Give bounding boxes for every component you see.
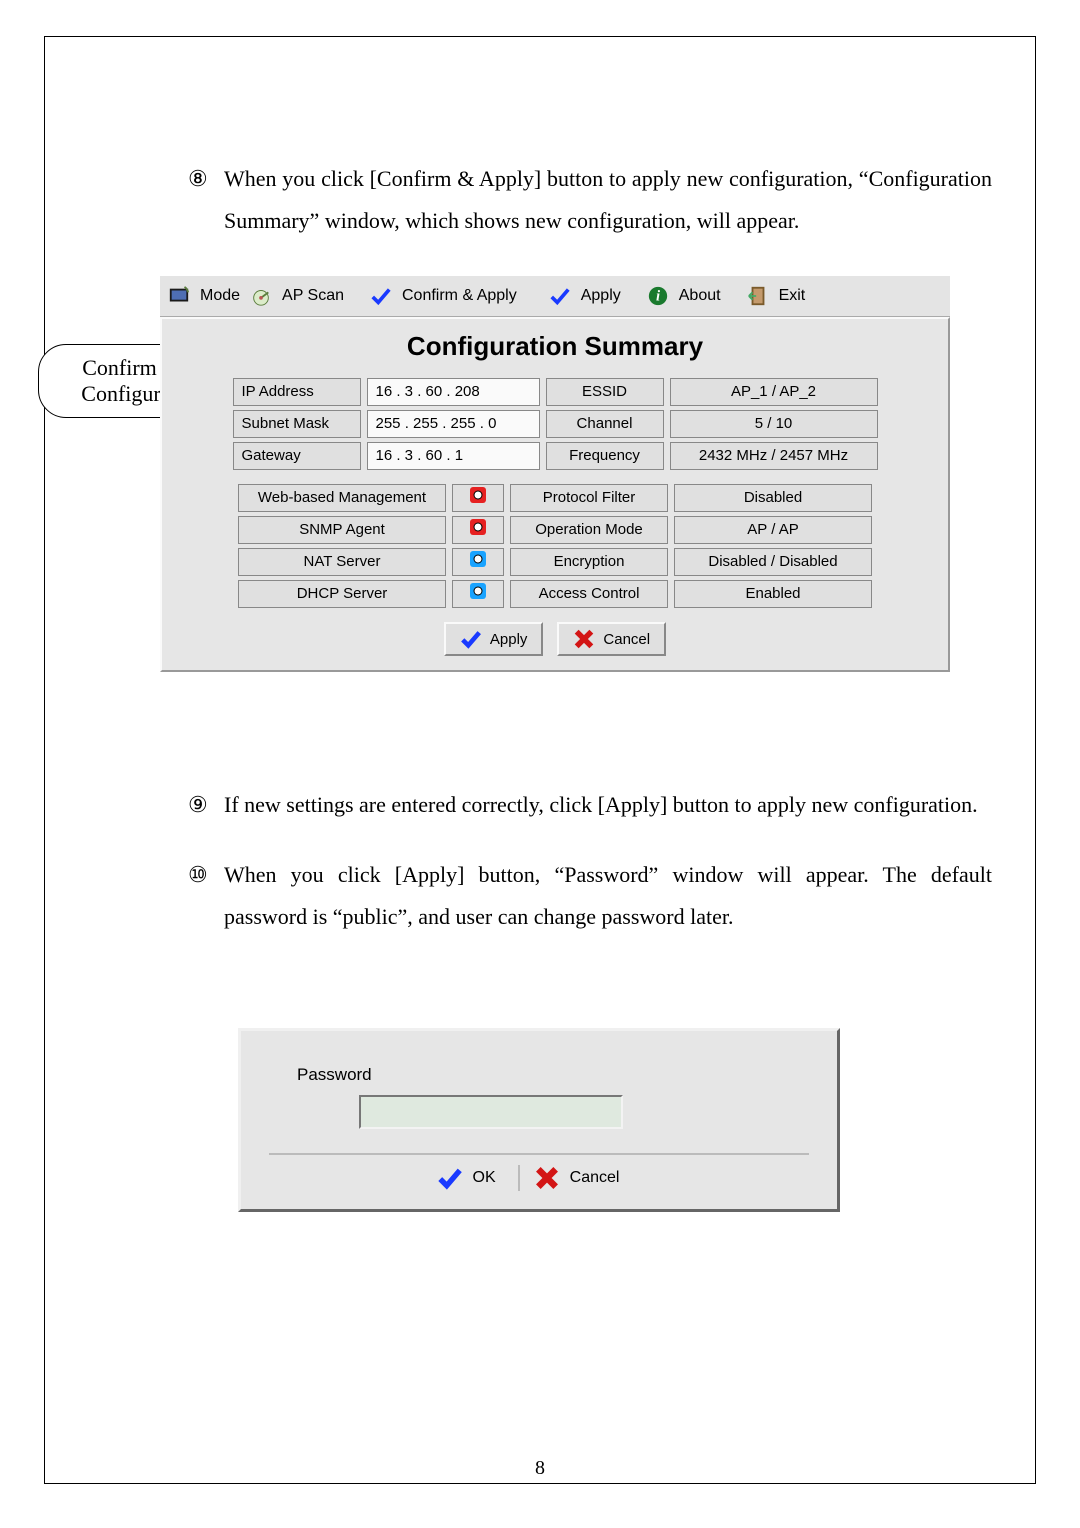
svc-nat: NAT Server bbox=[238, 548, 446, 576]
val-enc: Disabled / Disabled bbox=[674, 548, 872, 576]
svg-text:i: i bbox=[656, 289, 660, 305]
value-essid: AP_1 / AP_2 bbox=[670, 378, 878, 406]
val-ac: Enabled bbox=[674, 580, 872, 608]
value-subnet: 255 . 255 . 255 . 0 bbox=[367, 410, 540, 438]
label-freq: Frequency bbox=[546, 442, 664, 470]
val-opmode: AP / AP bbox=[674, 516, 872, 544]
config-summary-title: Configuration Summary bbox=[172, 331, 938, 362]
status-icon-dhcp bbox=[452, 580, 504, 608]
toolbar-mode[interactable]: Mode bbox=[200, 287, 240, 305]
ok-button[interactable]: OK bbox=[437, 1165, 520, 1191]
radar-icon bbox=[250, 285, 272, 307]
toolbar-apply[interactable]: Apply bbox=[581, 287, 621, 305]
toolbar-confirm-apply[interactable]: Confirm & Apply bbox=[402, 287, 517, 305]
page-frame bbox=[44, 36, 1036, 1484]
value-gateway: 16 . 3 . 60 . 1 bbox=[367, 442, 540, 470]
cancel-button-pw[interactable]: Cancel bbox=[534, 1165, 642, 1191]
app-logo-icon bbox=[168, 285, 190, 307]
page-number: 8 bbox=[0, 1457, 1080, 1480]
toolbar-apscan[interactable]: AP Scan bbox=[282, 287, 344, 305]
step9-text: If new settings are entered correctly, c… bbox=[224, 784, 992, 826]
value-channel: 5 / 10 bbox=[670, 410, 878, 438]
step10-text: When you click [Apply] button, “Password… bbox=[224, 854, 992, 938]
svc-web: Web-based Management bbox=[238, 484, 446, 512]
info-icon: i bbox=[647, 285, 669, 307]
svc2-proto: Protocol Filter bbox=[510, 484, 668, 512]
cancel-button-label: Cancel bbox=[603, 631, 650, 648]
cancel-button[interactable]: Cancel bbox=[557, 622, 666, 656]
toolbar: Mode AP Scan Confirm & Apply Apply i Abo… bbox=[160, 276, 950, 317]
network-grid: IP Address Subnet Mask Gateway 16 . 3 . … bbox=[172, 378, 938, 470]
ok-button-label: OK bbox=[473, 1169, 496, 1187]
check-icon bbox=[549, 285, 571, 307]
exit-icon bbox=[747, 285, 769, 307]
toolbar-exit[interactable]: Exit bbox=[779, 287, 806, 305]
check-icon bbox=[370, 285, 392, 307]
step8-paragraph: ⑧ When you click [Confirm & Apply] butto… bbox=[188, 158, 992, 242]
apply-button[interactable]: Apply bbox=[444, 622, 544, 656]
password-input[interactable] bbox=[359, 1095, 623, 1129]
config-summary-panel: Configuration Summary IP Address Subnet … bbox=[160, 317, 950, 672]
value-ip: 16 . 3 . 60 . 208 bbox=[367, 378, 540, 406]
toolbar-about[interactable]: About bbox=[679, 287, 721, 305]
svc2-opmode: Operation Mode bbox=[510, 516, 668, 544]
svc-dhcp: DHCP Server bbox=[238, 580, 446, 608]
summary-button-row: Apply Cancel bbox=[172, 622, 938, 656]
config-summary-window: Mode AP Scan Confirm & Apply Apply i Abo… bbox=[160, 276, 950, 672]
svc2-enc: Encryption bbox=[510, 548, 668, 576]
step10-number: ⑩ bbox=[188, 854, 224, 938]
cancel-button-pw-label: Cancel bbox=[570, 1169, 620, 1187]
label-channel: Channel bbox=[546, 410, 664, 438]
password-label: Password bbox=[297, 1065, 809, 1085]
status-icon-web bbox=[452, 484, 504, 512]
val-proto: Disabled bbox=[674, 484, 872, 512]
status-icon-nat bbox=[452, 548, 504, 576]
label-subnet: Subnet Mask bbox=[233, 410, 361, 438]
password-window: Password OK Cancel bbox=[238, 1028, 840, 1212]
value-freq: 2432 MHz / 2457 MHz bbox=[670, 442, 878, 470]
svc2-ac: Access Control bbox=[510, 580, 668, 608]
lower-text: ⑨ If new settings are entered correctly,… bbox=[188, 784, 992, 937]
label-gateway: Gateway bbox=[233, 442, 361, 470]
label-ip: IP Address bbox=[233, 378, 361, 406]
step9-number: ⑨ bbox=[188, 784, 224, 826]
step8-number: ⑧ bbox=[188, 158, 224, 242]
service-grid: Web-based Management SNMP Agent NAT Serv… bbox=[172, 484, 938, 608]
label-essid: ESSID bbox=[546, 378, 664, 406]
svc-snmp: SNMP Agent bbox=[238, 516, 446, 544]
password-button-row: OK Cancel bbox=[269, 1153, 809, 1191]
status-icon-snmp bbox=[452, 516, 504, 544]
step8-text: When you click [Confirm & Apply] button … bbox=[224, 158, 992, 242]
apply-button-label: Apply bbox=[490, 631, 528, 648]
